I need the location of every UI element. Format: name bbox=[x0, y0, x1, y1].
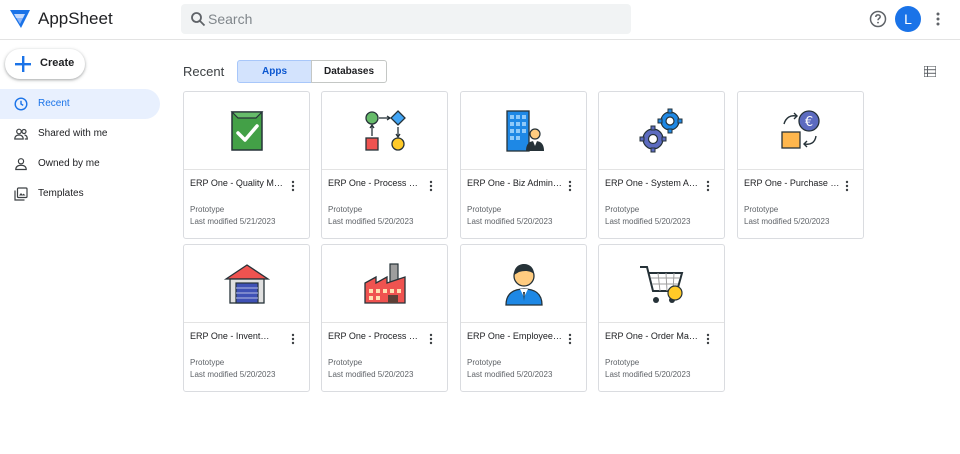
card-thumbnail bbox=[461, 92, 586, 170]
app-card[interactable]: ERP One - Order Man… Prototype Last modi… bbox=[598, 244, 725, 392]
card-title: ERP One - Quality Ma… bbox=[190, 178, 286, 188]
card-modified: Last modified 5/20/2023 bbox=[467, 217, 553, 226]
card-status: Prototype bbox=[605, 205, 640, 214]
app-title: AppSheet bbox=[38, 9, 113, 28]
card-modified: Last modified 5/20/2023 bbox=[328, 370, 414, 379]
shopping-cart-icon bbox=[640, 266, 684, 303]
more-vert-icon[interactable] bbox=[290, 333, 296, 345]
app-card[interactable]: ERP One - Process M… Prototype Last modi… bbox=[321, 244, 448, 392]
factory-icon bbox=[364, 263, 406, 304]
card-modified: Last modified 5/20/2023 bbox=[328, 217, 414, 226]
card-status: Prototype bbox=[467, 205, 502, 214]
more-vert-icon[interactable] bbox=[428, 180, 434, 192]
svg-text:€: € bbox=[805, 115, 813, 130]
card-thumbnail bbox=[184, 245, 309, 323]
card-title: ERP One - Employee … bbox=[467, 331, 563, 341]
card-status: Prototype bbox=[190, 205, 225, 214]
sidebar-item-owned[interactable]: Owned by me bbox=[0, 149, 160, 179]
sidebar-item-label: Shared with me bbox=[38, 128, 108, 139]
card-title: ERP One - Biz Admin… bbox=[467, 178, 562, 188]
card-title: ERP One - Order Man… bbox=[605, 331, 701, 341]
list-view-icon[interactable] bbox=[924, 66, 936, 77]
process-flow-icon bbox=[365, 110, 406, 151]
card-status: Prototype bbox=[467, 358, 502, 367]
card-title: ERP One - System Ad… bbox=[605, 178, 701, 188]
card-thumbnail bbox=[322, 92, 447, 170]
more-vert-icon[interactable] bbox=[428, 333, 434, 345]
purchase-exchange-icon: € bbox=[781, 110, 820, 149]
sidebar-item-label: Recent bbox=[38, 98, 70, 109]
search-input[interactable] bbox=[208, 8, 608, 30]
app-card[interactable]: ERP One - Process D… Prototype Last modi… bbox=[321, 91, 448, 239]
card-modified: Last modified 5/20/2023 bbox=[605, 217, 691, 226]
card-title: ERP One - Process D… bbox=[328, 178, 424, 188]
app-card[interactable]: ERP One - Quality Ma… Prototype Last mod… bbox=[183, 91, 310, 239]
search-bar[interactable] bbox=[181, 4, 631, 34]
more-vert-icon[interactable] bbox=[705, 333, 711, 345]
card-thumbnail bbox=[461, 245, 586, 323]
tab-databases[interactable]: Databases bbox=[311, 60, 387, 83]
sidebar-item-label: Owned by me bbox=[38, 158, 100, 169]
avatar[interactable]: L bbox=[895, 6, 921, 32]
card-modified: Last modified 5/20/2023 bbox=[190, 370, 276, 379]
top-bar: AppSheet L bbox=[0, 0, 960, 40]
more-vert-icon[interactable] bbox=[931, 11, 945, 27]
warehouse-icon bbox=[223, 264, 271, 304]
card-modified: Last modified 5/20/2023 bbox=[605, 370, 691, 379]
sidebar-item-recent[interactable]: Recent bbox=[0, 89, 160, 119]
people-icon bbox=[14, 128, 28, 140]
card-title: ERP One - Process M… bbox=[328, 331, 424, 341]
gears-icon bbox=[639, 108, 683, 153]
person-icon bbox=[15, 158, 27, 171]
card-status: Prototype bbox=[190, 358, 225, 367]
more-vert-icon[interactable] bbox=[290, 180, 296, 192]
tab-apps[interactable]: Apps bbox=[237, 60, 312, 83]
card-thumbnail: € bbox=[738, 92, 863, 170]
card-title: ERP One - Invent… bbox=[190, 331, 270, 341]
sidebar-item-label: Templates bbox=[38, 188, 84, 199]
help-icon[interactable] bbox=[869, 10, 887, 28]
office-building-icon bbox=[506, 110, 544, 152]
create-label: Create bbox=[40, 57, 75, 69]
card-modified: Last modified 5/21/2023 bbox=[190, 217, 276, 226]
more-vert-icon[interactable] bbox=[705, 180, 711, 192]
card-modified: Last modified 5/20/2023 bbox=[467, 370, 553, 379]
app-card[interactable]: ERP One - Employee … Prototype Last modi… bbox=[460, 244, 587, 392]
app-card[interactable]: € ERP One - Purchase … Prototype Last mo… bbox=[737, 91, 864, 239]
card-thumbnail bbox=[599, 92, 724, 170]
app-card[interactable]: ERP One - Invent… Prototype Last modifie… bbox=[183, 244, 310, 392]
card-thumbnail bbox=[184, 92, 309, 170]
clock-icon bbox=[14, 97, 28, 111]
search-icon bbox=[191, 12, 206, 27]
more-vert-icon[interactable] bbox=[844, 180, 850, 192]
employee-icon bbox=[505, 264, 543, 306]
card-status: Prototype bbox=[328, 358, 363, 367]
sidebar-item-templates[interactable]: Templates bbox=[0, 179, 160, 209]
card-modified: Last modified 5/20/2023 bbox=[744, 217, 830, 226]
app-card[interactable]: ERP One - System Ad… Prototype Last modi… bbox=[598, 91, 725, 239]
card-status: Prototype bbox=[744, 205, 779, 214]
appsheet-logo-icon[interactable] bbox=[9, 9, 31, 29]
app-card[interactable]: ERP One - Biz Admin… Prototype Last modi… bbox=[460, 91, 587, 239]
sidebar-item-shared[interactable]: Shared with me bbox=[0, 119, 160, 149]
card-thumbnail bbox=[322, 245, 447, 323]
card-status: Prototype bbox=[328, 205, 363, 214]
create-button[interactable]: Create bbox=[5, 49, 85, 79]
card-status: Prototype bbox=[605, 358, 640, 367]
quality-check-icon bbox=[230, 111, 264, 151]
card-title: ERP One - Purchase … bbox=[744, 178, 840, 188]
more-vert-icon[interactable] bbox=[567, 180, 573, 192]
templates-icon bbox=[14, 187, 28, 201]
page-title: Recent bbox=[183, 64, 225, 79]
more-vert-icon[interactable] bbox=[567, 333, 573, 345]
plus-icon bbox=[15, 56, 31, 72]
card-thumbnail bbox=[599, 245, 724, 323]
